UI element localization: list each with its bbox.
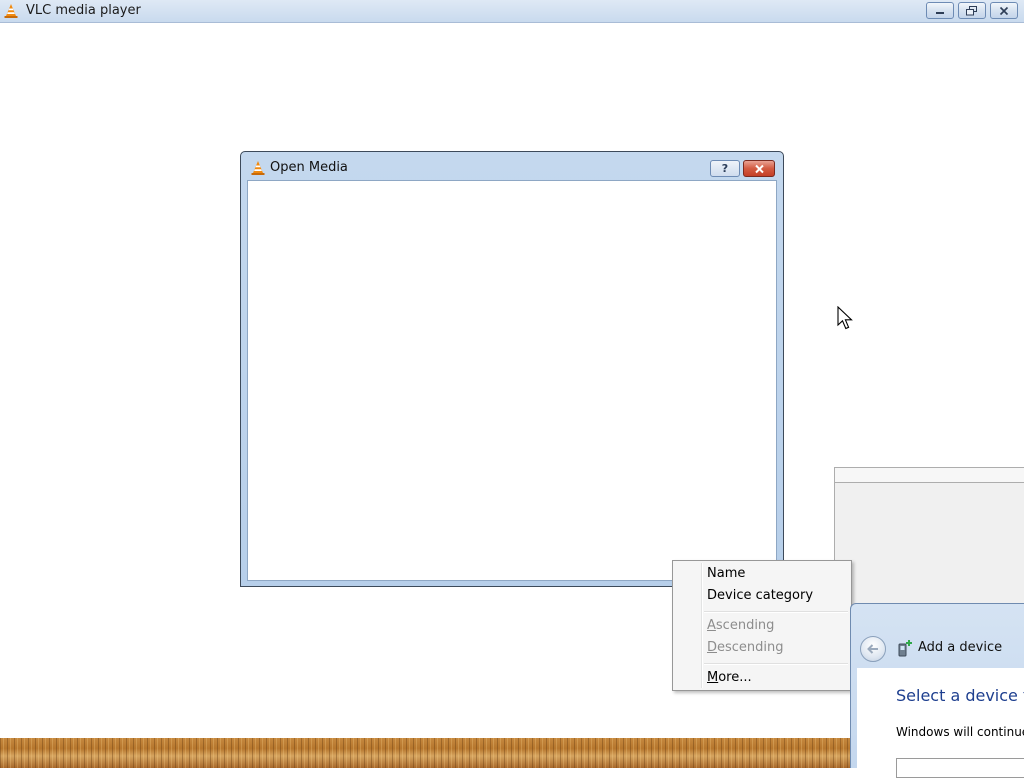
minimize-button[interactable] bbox=[926, 2, 954, 19]
menu-item-descending: Descending bbox=[707, 640, 784, 655]
close-icon bbox=[999, 6, 1009, 15]
back-button[interactable] bbox=[860, 636, 886, 662]
add-device-description: Windows will continue t bbox=[896, 725, 1024, 739]
dialog-title: Open Media bbox=[270, 160, 348, 175]
add-device-title: Add a device bbox=[918, 640, 1003, 655]
add-device-window: Add a device Select a device to Windows … bbox=[850, 603, 1024, 778]
sort-context-menu: Name Device category Ascending Descendin… bbox=[672, 560, 852, 691]
close-icon bbox=[754, 164, 764, 173]
vlc-cone-icon bbox=[251, 161, 265, 175]
menu-item-more[interactable]: More... bbox=[707, 667, 752, 689]
menu-item-device-category[interactable]: Device category bbox=[707, 585, 813, 607]
vlc-window-title: VLC media player bbox=[26, 3, 141, 18]
open-media-dialog: Open Media ? bbox=[240, 151, 784, 587]
back-arrow-icon bbox=[867, 644, 878, 654]
add-device-content: Select a device to Windows will continue… bbox=[857, 668, 1024, 778]
mouse-cursor-icon bbox=[837, 306, 853, 330]
dialog-content-area bbox=[247, 180, 777, 581]
add-device-icon bbox=[898, 640, 912, 657]
vlc-cone-icon bbox=[4, 4, 18, 18]
vlc-titlebar[interactable]: VLC media player bbox=[0, 0, 1024, 23]
menu-item-ascending: Ascending bbox=[707, 618, 775, 633]
add-device-heading: Select a device to bbox=[896, 686, 1024, 705]
menu-separator bbox=[704, 611, 848, 613]
restore-button[interactable] bbox=[958, 2, 986, 19]
restore-icon bbox=[966, 5, 977, 15]
help-button[interactable]: ? bbox=[710, 160, 740, 177]
minimize-icon bbox=[936, 11, 944, 14]
menu-separator bbox=[704, 663, 848, 665]
panel-header bbox=[835, 468, 1024, 483]
device-list[interactable] bbox=[896, 758, 1024, 778]
close-button[interactable] bbox=[990, 2, 1018, 19]
menu-item-name[interactable]: Name bbox=[707, 563, 745, 585]
dialog-close-button[interactable] bbox=[743, 160, 775, 177]
